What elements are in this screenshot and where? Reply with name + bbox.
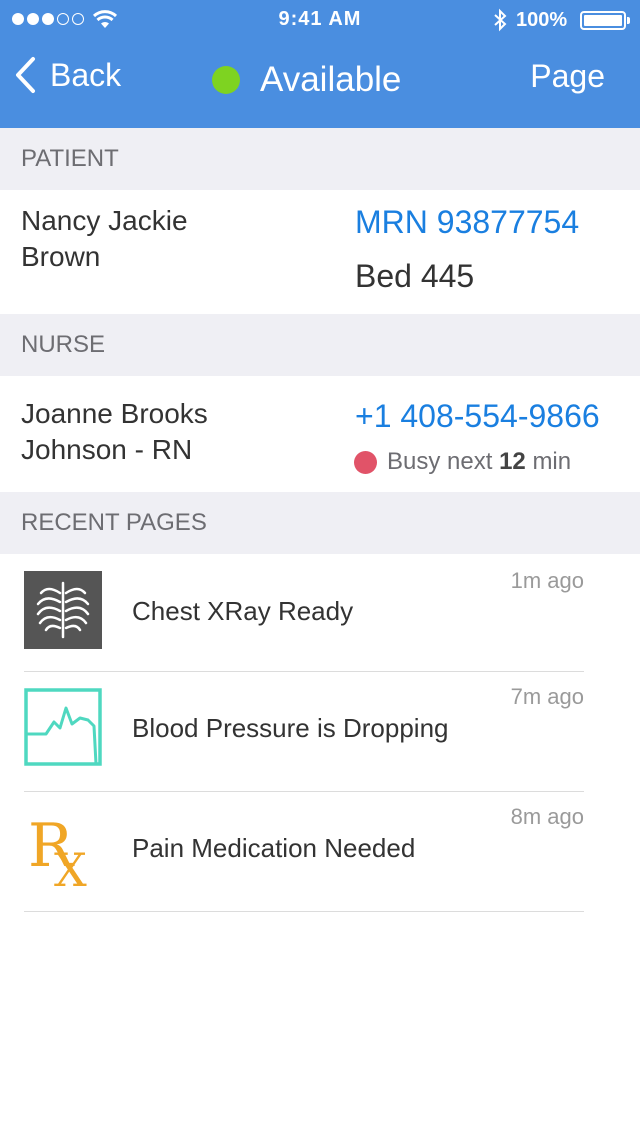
availability-status[interactable]: Available — [212, 60, 401, 100]
back-label: Back — [50, 56, 122, 93]
busy-text: Busy next 12 min — [387, 448, 572, 475]
list-item-time: 8m ago — [510, 804, 584, 829]
patient-section-header: PATIENT — [0, 128, 640, 190]
nurse-name: Joanne Brooks Johnson - RN — [21, 398, 208, 465]
battery-percent: 100% — [516, 9, 568, 31]
battery-icon — [580, 11, 626, 30]
list-item-label: Blood Pressure is Dropping — [132, 713, 449, 743]
patient-name: Nancy Jackie Brown — [21, 205, 188, 272]
top-bar: 9:41 AM 100% Back Available Page — [0, 0, 640, 128]
nurse-busy-status: Busy next 12 min — [354, 448, 571, 476]
patient-bed: Bed 445 — [355, 258, 475, 294]
list-item-time: 1m ago — [510, 568, 584, 593]
status-bar: 9:41 AM 100% — [0, 0, 640, 40]
chevron-left-icon — [16, 57, 35, 93]
list-item[interactable]: Chest XRay Ready 1m ago — [24, 552, 584, 672]
recent-pages-header: RECENT PAGES — [0, 492, 640, 554]
list-item-label: Chest XRay Ready — [132, 596, 354, 626]
list-item[interactable]: Blood Pressure is Dropping 7m ago — [24, 672, 584, 792]
list-item-time: 7m ago — [510, 684, 584, 709]
page-button[interactable]: Page — [530, 58, 605, 95]
list-item[interactable]: R X Pain Medication Needed 8m ago — [24, 792, 584, 912]
nav-bar: Back Available Page — [0, 40, 640, 128]
vitals-chart-icon — [24, 688, 102, 766]
nurse-phone-link[interactable]: +1 408-554-9866 — [355, 398, 600, 435]
back-button[interactable]: Back — [14, 56, 121, 94]
available-dot-icon — [212, 66, 240, 94]
svg-text:X: X — [54, 843, 87, 886]
patient-row: Nancy Jackie Brown MRN 93877754 Bed 445 — [0, 190, 640, 314]
list-item-label: Pain Medication Needed — [132, 833, 416, 863]
nav-title: Available — [260, 60, 402, 99]
nurse-section-header: NURSE — [0, 314, 640, 376]
xray-chest-icon — [24, 571, 102, 649]
nurse-row: Joanne Brooks Johnson - RN +1 408-554-98… — [0, 376, 640, 492]
rx-prescription-icon: R X — [28, 811, 87, 886]
bluetooth-icon — [494, 8, 507, 32]
busy-dot-icon — [354, 450, 377, 474]
patient-mrn[interactable]: MRN 93877754 — [355, 204, 579, 241]
